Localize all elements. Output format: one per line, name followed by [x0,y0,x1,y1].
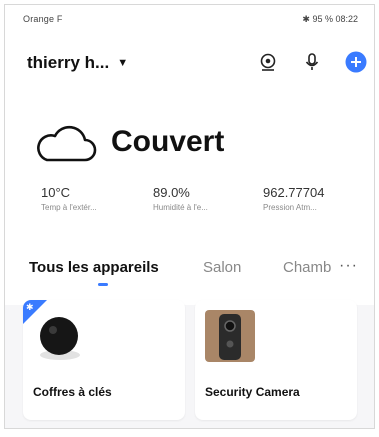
time-text: 08:22 [335,14,358,24]
status-right: ✱ 95 % 08:22 [302,14,358,25]
battery-text: 95 % [312,14,333,24]
more-options-icon[interactable]: ··· [339,257,358,275]
bluetooth-status-icon: ✱ [302,14,310,24]
chevron-down-icon: ▼ [117,57,129,69]
tab-salon[interactable]: Salon [203,259,241,276]
device-card[interactable]: Security Camera [195,300,357,420]
bluetooth-icon: ✱ [26,302,34,312]
device-name: Security Camera [205,385,300,399]
weather-condition: Couvert [111,125,225,158]
home-selector[interactable]: thierry h... ▼ [27,53,128,73]
active-tab-indicator [98,283,108,286]
stat-humidity: 89.0% Humidité à l'e... [153,185,208,212]
status-bar: Orange F ✱ 95 % 08:22 [5,5,374,31]
key-lockbox-icon [40,317,80,360]
camera-icon[interactable] [257,51,279,73]
stat-value: 89.0% [153,185,190,200]
device-card[interactable]: ✱ Coffres à clés [23,300,185,420]
stat-label: Pression Atm... [263,203,317,212]
room-tabs: Tous les appareils Salon Chamb ··· [5,257,374,289]
tab-chamb[interactable]: Chamb [283,259,331,276]
header: thierry h... ▼ [5,43,374,79]
app-screen: Orange F ✱ 95 % 08:22 thierry h... ▼ Cou… [4,4,375,429]
carrier-label: Orange F [23,14,63,24]
stat-pressure: 962.77704 Pression Atm... [263,185,324,212]
stat-value: 962.77704 [263,185,325,200]
camera-device-icon [205,310,255,362]
add-icon[interactable] [345,51,367,73]
device-name: Coffres à clés [33,385,112,399]
home-name: thierry h... [27,53,110,72]
tab-all-devices[interactable]: Tous les appareils [29,259,159,276]
stat-value: 10°C [41,185,71,200]
cloud-icon [37,125,97,162]
stat-label: Temp à l'extér... [41,203,97,212]
stat-temperature: 10°C Temp à l'extér... [41,185,97,212]
microphone-icon[interactable] [301,51,323,73]
stat-label: Humidité à l'e... [153,203,208,212]
weather-panel: Couvert [33,122,353,172]
